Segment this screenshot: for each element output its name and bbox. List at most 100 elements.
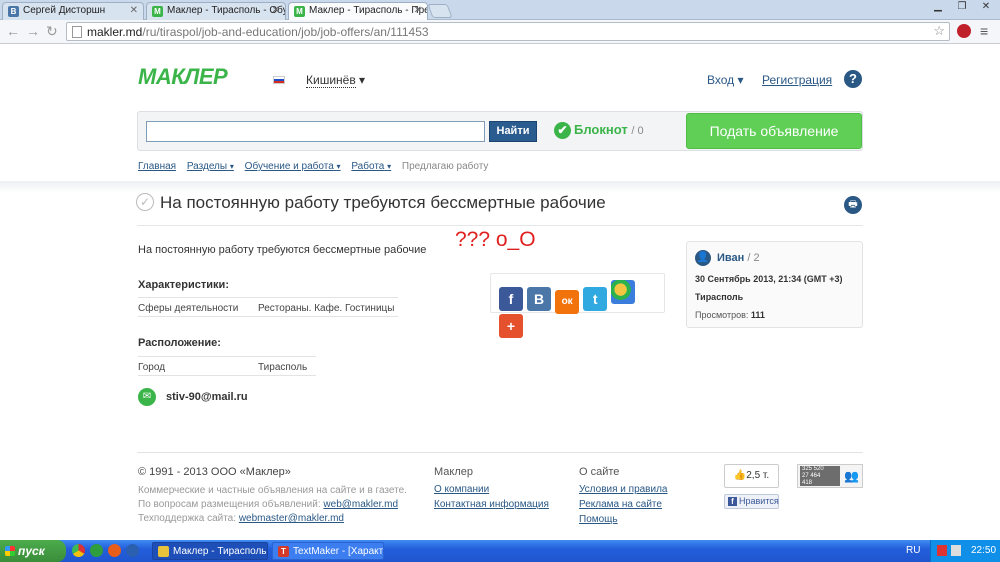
- makler-favicon-icon: M: [294, 6, 305, 17]
- new-tab-button[interactable]: [427, 4, 453, 18]
- makler-logo[interactable]: МАКЛЕР: [138, 64, 228, 90]
- browser-tab-vk[interactable]: В Сергей Дисторшн ✕: [2, 2, 144, 20]
- minimize-window-icon[interactable]: ▁: [926, 0, 950, 15]
- close-window-icon[interactable]: ✕: [974, 0, 998, 15]
- breadcrumb-home[interactable]: Главная: [138, 161, 176, 172]
- city-selector[interactable]: Кишинёв ▾: [306, 73, 366, 88]
- notepad-link[interactable]: ✔ Блокнот / 0: [554, 122, 644, 140]
- counter-line: 27 464: [802, 473, 821, 479]
- back-arrow-icon[interactable]: ←: [6, 23, 20, 39]
- bookmark-star-icon[interactable]: ☆: [933, 23, 945, 39]
- menu-wrench-icon[interactable]: ≡: [980, 23, 988, 39]
- opera-extension-icon[interactable]: [957, 24, 971, 38]
- chevron-down-icon: ▾: [359, 73, 366, 87]
- location-row: Город Тирасполь: [138, 356, 316, 376]
- search-input[interactable]: [146, 121, 485, 142]
- browser-tab-makler-education[interactable]: M Маклер - Тирасполь - Обуч ✕: [146, 2, 286, 20]
- tab-close-icon[interactable]: ✕: [272, 5, 280, 16]
- chrome-quicklaunch-icon[interactable]: [72, 544, 85, 557]
- moimir-share-icon[interactable]: [611, 280, 636, 304]
- vk-share-icon[interactable]: B: [527, 287, 552, 311]
- counter-numbers: 325 520 27 464 418: [800, 466, 840, 486]
- taskbar-item-textmaker[interactable]: T TextMaker - [Характ...: [272, 542, 384, 560]
- footer-col-site-heading: О сайте: [579, 466, 620, 478]
- advertising-link[interactable]: Реклама на сайте: [579, 499, 662, 510]
- volume-tray-icon[interactable]: [951, 545, 961, 556]
- breadcrumb-work[interactable]: Работа ▾: [351, 161, 391, 172]
- register-link[interactable]: Регистрация: [762, 73, 832, 87]
- help-link[interactable]: Помощь: [579, 514, 618, 525]
- login-label: Вход: [707, 73, 735, 87]
- odnoklassniki-share-icon[interactable]: ок: [555, 290, 580, 314]
- vk-favicon-icon: В: [8, 6, 19, 17]
- footer-line-support: Техподдержка сайта: webmaster@makler.md: [138, 513, 344, 524]
- terms-link[interactable]: Условия и правила: [579, 484, 667, 495]
- more-share-icon[interactable]: +: [499, 314, 523, 338]
- web-email-link[interactable]: web@makler.md: [323, 499, 398, 510]
- browser-tab-makler-offer[interactable]: M Маклер - Тирасполь - Пред ✕: [288, 2, 428, 20]
- facebook-like-button[interactable]: f Нравится: [724, 494, 779, 509]
- help-icon[interactable]: ?: [844, 70, 862, 88]
- people-icon: 👥: [844, 469, 859, 483]
- checkmark-icon[interactable]: ✓: [136, 193, 154, 211]
- ad-description: На постоянную работу требуются бессмертн…: [138, 244, 427, 256]
- language-indicator[interactable]: RU: [906, 545, 920, 556]
- like-counter[interactable]: 👍2,5 т.: [724, 464, 779, 488]
- browser-tabstrip: В Сергей Дисторшн ✕ M Маклер - Тирасполь…: [0, 0, 1000, 20]
- firefox-quicklaunch-icon[interactable]: [108, 544, 121, 557]
- thumbs-up-icon: 👍: [733, 470, 747, 481]
- counter-line: 418: [802, 480, 813, 486]
- contact-email[interactable]: stiv-90@mail.ru: [166, 391, 248, 403]
- breadcrumb: Главная Разделы ▾ Обучение и работа ▾ Ра…: [138, 161, 488, 172]
- email-icon: ✉: [138, 388, 156, 406]
- task-label: Маклер - Тирасполь ...: [173, 546, 268, 557]
- breadcrumb-education-and-work[interactable]: Обучение и работа ▾: [245, 161, 341, 172]
- webmaster-email-link[interactable]: webmaster@makler.md: [239, 513, 344, 524]
- about-company-link[interactable]: О компании: [434, 484, 489, 495]
- breadcrumb-sections[interactable]: Разделы ▾: [187, 161, 234, 172]
- twitter-share-icon[interactable]: t: [583, 287, 608, 311]
- taskbar-item-chrome[interactable]: Маклер - Тирасполь ...: [152, 542, 268, 560]
- author-name-link[interactable]: Иван / 2: [717, 252, 760, 264]
- visit-counter[interactable]: 325 520 27 464 418 👥: [797, 464, 863, 488]
- counter-line: 325 520: [802, 466, 824, 472]
- footer-line-ads: Коммерческие и частные объявления на сай…: [138, 485, 407, 496]
- footer-support-prefix: Техподдержка сайта:: [138, 513, 237, 524]
- start-button[interactable]: пуск: [0, 540, 66, 562]
- login-link[interactable]: Вход ▾: [707, 73, 744, 87]
- utorrent-quicklaunch-icon[interactable]: [90, 544, 103, 557]
- app-quicklaunch-icon[interactable]: [126, 544, 139, 557]
- views-count: 111: [750, 310, 765, 320]
- maximize-window-icon[interactable]: ❐: [950, 0, 974, 15]
- tab-label: Маклер - Тирасполь - Обуч: [167, 5, 286, 16]
- contact-info-link[interactable]: Контактная информация: [434, 499, 549, 510]
- chevron-down-icon: ▾: [387, 162, 392, 171]
- search-button[interactable]: Найти: [489, 121, 537, 142]
- russian-flag-icon[interactable]: [273, 76, 285, 84]
- search-bar: Найти ✔ Блокнот / 0 Подать объявление: [137, 111, 863, 151]
- characteristics-heading: Характеристики:: [138, 279, 229, 291]
- row-key: Сферы деятельности: [138, 303, 239, 314]
- reload-icon[interactable]: ↻: [46, 23, 58, 40]
- facebook-share-icon[interactable]: f: [499, 287, 523, 311]
- address-bar[interactable]: makler.md/ru/tiraspol/job-and-education/…: [66, 22, 950, 41]
- tab-close-icon[interactable]: ✕: [130, 5, 138, 16]
- row-value: Рестораны. Кафе. Гостиницы: [258, 303, 395, 314]
- task-label: TextMaker - [Характ...: [293, 546, 384, 557]
- forward-arrow-icon[interactable]: →: [26, 23, 40, 39]
- author-name: Иван: [717, 252, 745, 264]
- title-divider: [137, 225, 863, 226]
- notepad-label: Блокнот: [574, 122, 628, 137]
- footer-copyright: © 1991 - 2013 ООО «Маклер»: [138, 466, 291, 478]
- page-icon: [72, 26, 82, 38]
- user-avatar-icon: 👤: [695, 250, 711, 266]
- tab-close-icon[interactable]: ✕: [414, 5, 422, 16]
- post-ad-button[interactable]: Подать объявление: [686, 113, 862, 149]
- city-label: Кишинёв: [306, 73, 356, 88]
- ad-location: Тирасполь: [695, 292, 744, 302]
- facebook-icon: f: [728, 497, 737, 506]
- print-icon[interactable]: 🖶: [844, 196, 862, 214]
- row-key: Город: [138, 362, 166, 373]
- windows-taskbar: пуск Маклер - Тирасполь ... T TextMaker …: [0, 540, 1000, 562]
- network-tray-icon[interactable]: [937, 545, 947, 556]
